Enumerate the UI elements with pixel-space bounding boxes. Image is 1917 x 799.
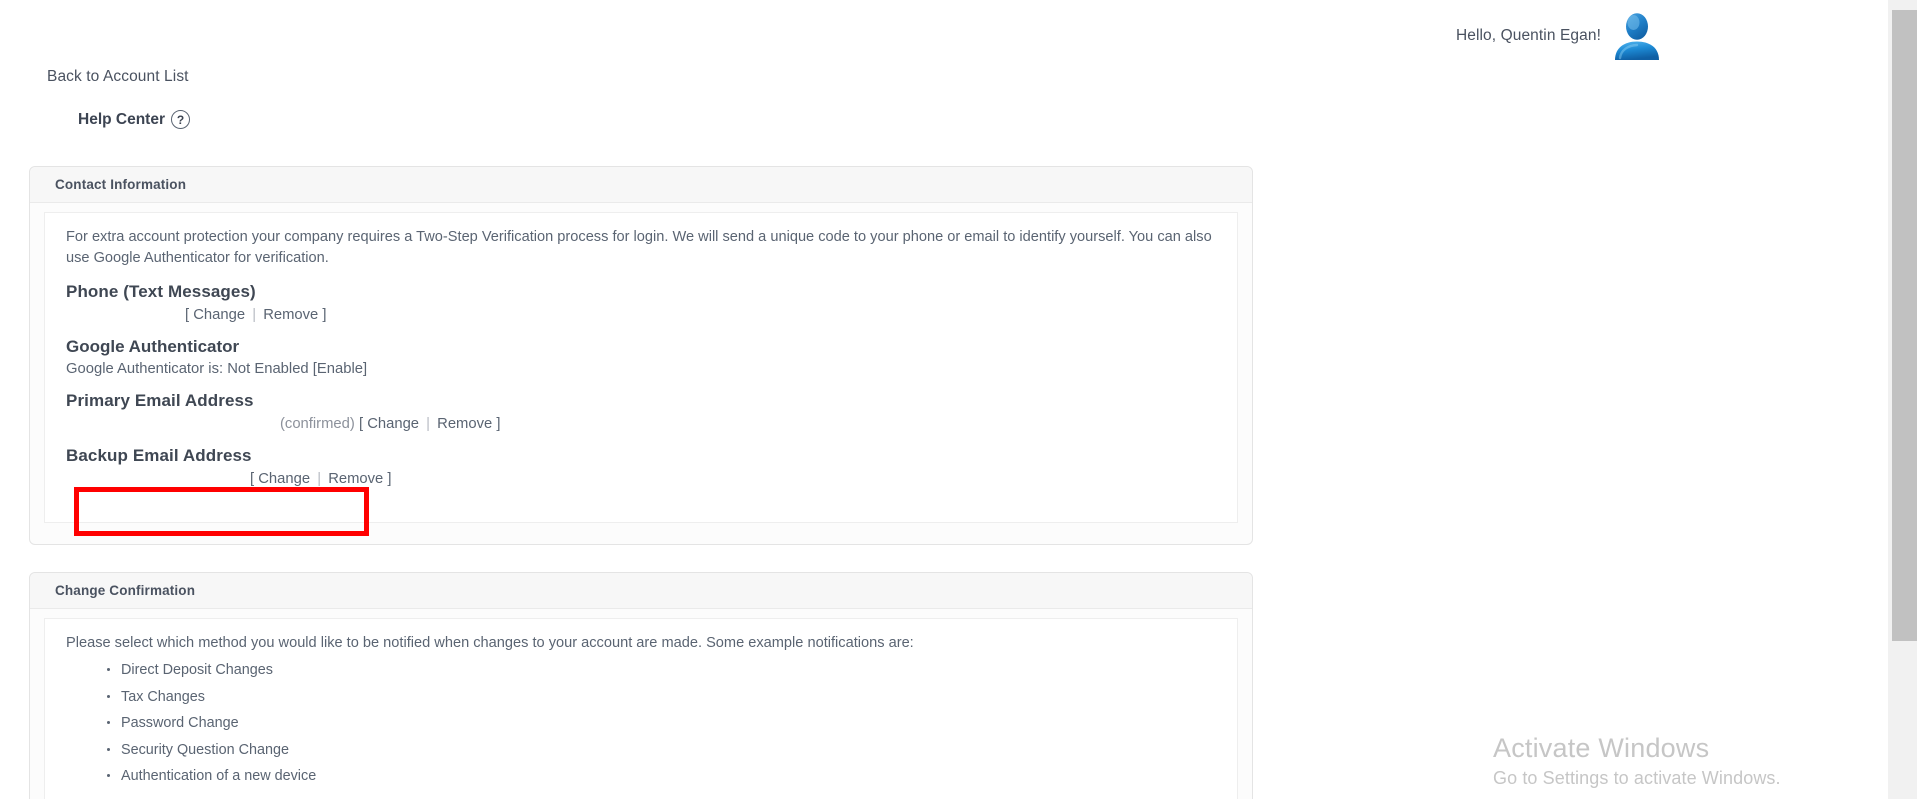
change-confirmation-panel-body: Please select which method you would lik… [44,618,1238,799]
contact-information-panel: Contact Information For extra account pr… [29,166,1253,545]
phone-section-title: Phone (Text Messages) [66,282,256,302]
google-authenticator-enable-link[interactable]: [Enable] [313,361,367,377]
watermark-title: Activate Windows [1493,733,1710,763]
change-confirmation-intro: Please select which method you would lik… [66,635,914,651]
scrollbar-thumb[interactable] [1892,10,1917,641]
phone-remove-link[interactable]: Remove [263,307,318,323]
backup-email-title: Backup Email Address [66,446,252,466]
backup-email-actions: [ Change | Remove ] [45,471,1237,487]
change-confirmation-panel-title: Change Confirmation [30,573,1252,609]
list-item: Security Question Change [107,737,1237,763]
back-to-account-list-link[interactable]: Back to Account List [47,68,189,86]
primary-email-title: Primary Email Address [66,391,254,411]
list-item: Authentication of a new device [107,763,1237,789]
primary-email-separator: | [426,416,431,433]
page-canvas: Hello, Quentin Egan! Back to Account Lis… [0,0,1888,799]
help-center-label: Help Center [78,110,165,128]
phone-change-link[interactable]: Change [193,307,245,323]
vertical-scrollbar[interactable] [1888,0,1917,799]
watermark-subtitle: Go to Settings to activate Windows. [1493,767,1781,788]
primary-email-open-bracket: [ [358,416,364,433]
user-greeting: Hello, Quentin Egan! [1456,10,1663,62]
primary-email-remove-link[interactable]: Remove [437,416,492,432]
windows-activation-watermark: Activate Windows Go to Settings to activ… [1493,733,1781,792]
list-item: Direct Deposit Changes [107,657,1237,683]
list-item: Tax Changes [107,684,1237,710]
google-authenticator-title: Google Authenticator [66,337,240,357]
question-mark-icon: ? [171,110,190,129]
backup-email-change-link[interactable]: Change [258,471,310,487]
list-item: Password Change [107,710,1237,736]
phone-separator: | [252,307,257,324]
primary-email-close-bracket: ] [496,416,501,433]
help-center-link[interactable]: Help Center ? [78,110,190,129]
backup-email-close-bracket: ] [387,471,392,488]
google-authenticator-status: Google Authenticator is: Not Enabled [En… [66,361,1237,377]
backup-email-remove-link[interactable]: Remove [328,471,383,487]
primary-email-actions: (confirmed) [ Change | Remove ] [45,416,1237,432]
two-step-verification-intro: For extra account protection your compan… [66,229,1212,266]
primary-email-confirmed-label: (confirmed) [280,416,355,433]
google-authenticator-status-text: Google Authenticator is: Not Enabled [66,361,309,378]
phone-actions: [ Change | Remove ] [45,307,1237,323]
contact-information-panel-title: Contact Information [30,167,1252,203]
example-notifications-list: Direct Deposit Changes Tax Changes Passw… [45,657,1237,789]
phone-open-bracket: [ [185,307,190,324]
backup-email-open-bracket: [ [250,471,255,488]
change-confirmation-panel: Change Confirmation Please select which … [29,572,1253,799]
backup-email-separator: | [317,471,322,488]
primary-email-change-link[interactable]: Change [367,416,419,432]
phone-close-bracket: ] [322,307,327,324]
user-avatar-icon[interactable] [1611,10,1663,62]
greeting-text: Hello, Quentin Egan! [1455,27,1601,44]
contact-information-panel-body: For extra account protection your compan… [44,212,1238,523]
